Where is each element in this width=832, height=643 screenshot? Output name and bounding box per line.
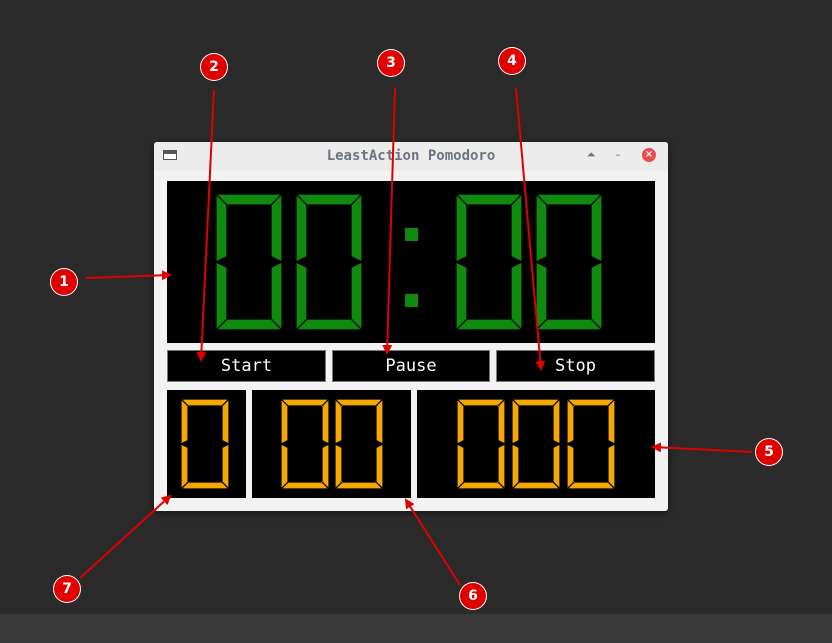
annotation-marker-6: 6 bbox=[459, 582, 487, 610]
annotation-marker-4: 4 bbox=[498, 47, 526, 75]
arrow-5 bbox=[651, 442, 753, 453]
arrow-1 bbox=[85, 270, 172, 281]
arrow-4 bbox=[515, 87, 546, 371]
arrow-7 bbox=[79, 494, 172, 579]
annotation-marker-5: 5 bbox=[755, 438, 783, 466]
annotation-marker-7: 7 bbox=[53, 575, 81, 603]
annotation-marker-2: 2 bbox=[200, 53, 228, 81]
annotation-marker-1: 1 bbox=[50, 268, 78, 296]
arrow-3 bbox=[382, 87, 396, 355]
annotation-arrows bbox=[79, 87, 753, 586]
arrow-2 bbox=[196, 89, 215, 362]
arrow-6 bbox=[404, 498, 461, 586]
annotation-marker-3: 3 bbox=[377, 49, 405, 77]
